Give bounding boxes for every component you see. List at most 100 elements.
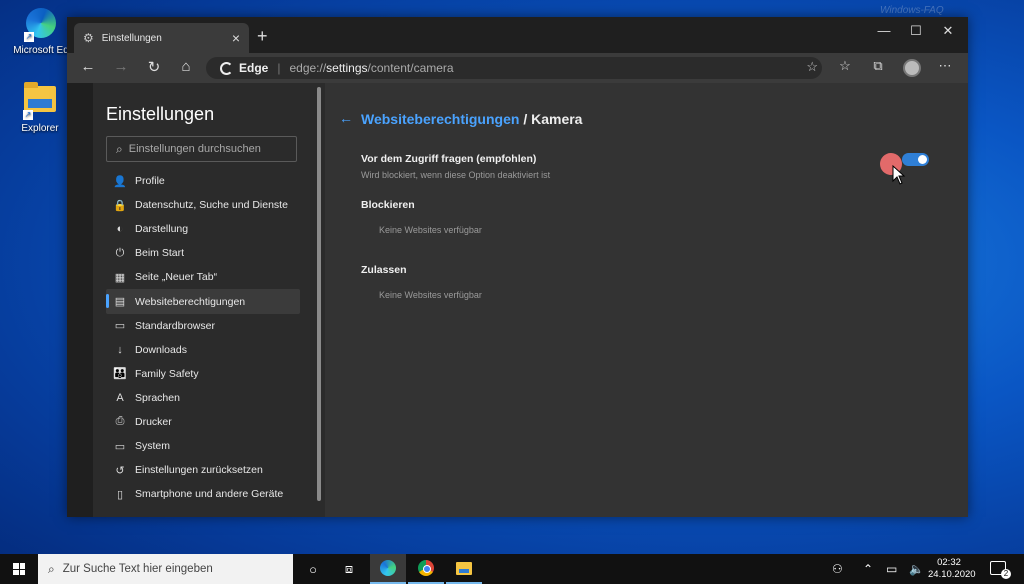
browser-icon: ▭ bbox=[114, 320, 126, 333]
reset-icon: ↺ bbox=[115, 464, 125, 477]
sidebar-item[interactable]: ↺ Einstellungen zurücksetzen bbox=[106, 458, 300, 482]
collections-icon[interactable]: ⧉ bbox=[868, 58, 888, 74]
sidebar-item-label: Drucker bbox=[135, 415, 172, 428]
desktop-icon-edge[interactable]: ↗ Microsoft Ed bbox=[8, 6, 74, 56]
ask-setting-title: Vor dem Zugriff fragen (empfohlen) bbox=[361, 153, 537, 165]
sidebar-item[interactable]: 🔒 Datenschutz, Suche und Dienste bbox=[106, 193, 300, 217]
sidebar-item[interactable]: A Sprachen bbox=[106, 386, 300, 410]
sidebar-nav: 👤 Profile 🔒 Datenschutz, Suche und Dienste ◐… bbox=[106, 169, 300, 506]
folder-icon bbox=[456, 561, 472, 575]
address-brand: Edge bbox=[239, 61, 269, 75]
settings-search-input[interactable]: ⌕ Einstellungen durchsuchen bbox=[106, 136, 297, 162]
system-icon: ▭ bbox=[114, 440, 126, 453]
windows-logo-icon bbox=[13, 563, 25, 575]
notification-count: 2 bbox=[1001, 569, 1011, 579]
allow-empty-text: Keine Websites verfügbar bbox=[379, 290, 482, 300]
main-panel: ← Websiteberechtigungen / Kamera Vor dem… bbox=[325, 83, 968, 517]
clock-time: 02:32 bbox=[937, 557, 961, 568]
new-tab-button[interactable]: + bbox=[257, 26, 268, 47]
taskbar: ⌕ Zur Suche Text hier eingeben ○ ⧈ ⚇ ⌃ ▭… bbox=[0, 554, 1024, 584]
sidebar-item[interactable]: ▭ Standardbrowser bbox=[106, 314, 300, 338]
search-icon: ⌕ bbox=[116, 141, 123, 156]
cortana-icon: ○ bbox=[309, 561, 317, 577]
chrome-icon bbox=[418, 560, 434, 576]
browser-toolbar: ← → ↻ ⌂ Edge | edge://settings/content/c… bbox=[67, 53, 968, 83]
address-url: edge://settings/content/camera bbox=[289, 61, 454, 75]
back-arrow-icon[interactable]: ← bbox=[339, 110, 353, 126]
ask-toggle[interactable] bbox=[902, 153, 929, 166]
close-tab-icon[interactable]: × bbox=[232, 30, 240, 46]
breadcrumb-current: / Kamera bbox=[523, 111, 583, 127]
favorite-star-icon[interactable]: ☆ bbox=[806, 59, 818, 75]
taskbar-search-input[interactable]: ⌕ Zur Suche Text hier eingeben bbox=[38, 554, 293, 584]
sidebar-item-label: Darstellung bbox=[135, 223, 189, 236]
appearance-icon: ◐ bbox=[116, 223, 124, 236]
network-icon[interactable]: ▭ bbox=[886, 554, 897, 584]
sidebar-item-label: Family Safety bbox=[135, 367, 199, 380]
gear-icon: ⚙ bbox=[83, 31, 94, 45]
back-button[interactable]: ← bbox=[75, 58, 101, 75]
profile-icon: 👤 bbox=[113, 175, 127, 188]
sidebar-item[interactable]: ▯ Smartphone und andere Geräte bbox=[106, 482, 300, 506]
sidebar-item-label: Einstellungen zurücksetzen bbox=[135, 464, 263, 477]
taskbar-search-placeholder: Zur Suche Text hier eingeben bbox=[62, 563, 213, 575]
edge-icon: ↗ bbox=[24, 8, 58, 42]
close-window-button[interactable]: ✕ bbox=[931, 23, 965, 39]
ask-setting-subtitle: Wird blockiert, wenn diese Option deakti… bbox=[361, 170, 551, 180]
desktop-icon-label: Microsoft Ed bbox=[13, 45, 69, 56]
sidebar-item-label: Downloads bbox=[135, 343, 187, 356]
sidebar-item-label: Beim Start bbox=[135, 247, 185, 260]
family-icon: 👪 bbox=[113, 368, 127, 381]
sidebar-item[interactable]: ↓ Downloads bbox=[106, 338, 300, 362]
tab-settings[interactable]: ⚙ Einstellungen × bbox=[74, 23, 249, 53]
sidebar-item[interactable]: ◐ Darstellung bbox=[106, 217, 300, 241]
desktop-icon-explorer[interactable]: ↗ Explorer bbox=[12, 82, 68, 134]
sidebar-item-label: Datenschutz, Suche und Dienste bbox=[135, 199, 288, 212]
sidebar-item-label: Standardbrowser bbox=[135, 319, 215, 332]
language-icon: A bbox=[116, 391, 124, 404]
settings-content: Einstellungen ⌕ Einstellungen durchsuche… bbox=[67, 83, 968, 517]
breadcrumb: Websiteberechtigungen / Kamera bbox=[361, 111, 582, 127]
search-icon: ⌕ bbox=[48, 561, 55, 576]
mouse-cursor-icon bbox=[892, 165, 906, 185]
sidebar-item-label: Smartphone und andere Geräte bbox=[135, 488, 284, 501]
sidebar-scrollbar[interactable] bbox=[316, 83, 322, 517]
desktop-icon-label: Explorer bbox=[21, 123, 59, 134]
start-button[interactable] bbox=[0, 554, 38, 584]
sidebar-item-label: Seite „Neuer Tab“ bbox=[135, 271, 218, 284]
block-section-title: Blockieren bbox=[361, 199, 415, 211]
profile-avatar[interactable] bbox=[903, 59, 921, 77]
sidebar-item[interactable]: 👪 Family Safety bbox=[106, 362, 300, 386]
search-placeholder: Einstellungen durchsuchen bbox=[128, 143, 261, 155]
minimize-button[interactable]: — bbox=[867, 23, 901, 38]
taskbar-edge-button[interactable] bbox=[370, 554, 406, 584]
volume-icon[interactable]: 🔈 bbox=[909, 554, 924, 584]
task-view-button[interactable]: ⧈ bbox=[331, 554, 367, 584]
sidebar-item[interactable]: ⏻ Beim Start bbox=[106, 241, 300, 265]
power-icon: ⏻ bbox=[115, 246, 125, 259]
taskbar-chrome-button[interactable] bbox=[408, 554, 444, 584]
title-bar: ⚙ Einstellungen × + — ☐ ✕ bbox=[67, 17, 968, 53]
sidebar-item[interactable]: ▤ Websiteberechtigungen bbox=[106, 289, 300, 314]
notification-center-button[interactable]: 2 bbox=[990, 561, 1011, 579]
breadcrumb-link[interactable]: Websiteberechtigungen bbox=[361, 111, 519, 127]
sidebar-item-label: Websiteberechtigungen bbox=[135, 295, 246, 308]
sidebar-item[interactable]: ▭ System bbox=[106, 434, 300, 458]
refresh-button[interactable]: ↻ bbox=[141, 58, 167, 76]
cortana-button[interactable]: ○ bbox=[295, 554, 331, 584]
sidebar-item[interactable]: 👤 Profile bbox=[106, 169, 300, 193]
taskbar-explorer-button[interactable] bbox=[446, 554, 482, 584]
maximize-button[interactable]: ☐ bbox=[899, 23, 933, 39]
home-button[interactable]: ⌂ bbox=[173, 58, 199, 75]
sidebar-item[interactable]: ⎙ Drucker bbox=[106, 410, 300, 434]
edge-icon bbox=[380, 560, 396, 576]
favorites-icon[interactable]: ☆ bbox=[835, 58, 855, 74]
address-bar[interactable]: Edge | edge://settings/content/camera ☆ bbox=[206, 57, 822, 79]
more-menu-icon[interactable]: ⋯ bbox=[935, 58, 955, 74]
people-icon[interactable]: ⚇ bbox=[832, 554, 843, 584]
forward-button[interactable]: → bbox=[108, 58, 134, 75]
sidebar-item-label: System bbox=[135, 440, 171, 453]
tray-expand-icon[interactable]: ⌃ bbox=[863, 554, 873, 584]
sidebar-item[interactable]: ▦ Seite „Neuer Tab“ bbox=[106, 265, 300, 289]
clock[interactable]: 02:32 24.10.2020 bbox=[928, 557, 976, 581]
